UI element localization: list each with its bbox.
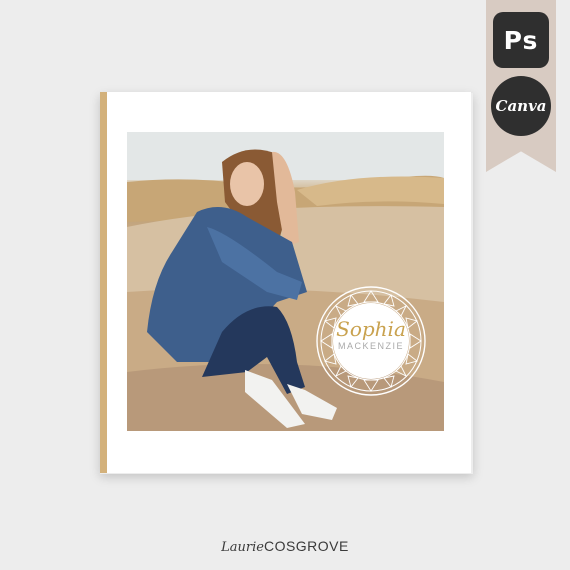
book-spine [100,92,107,473]
photoshop-icon: Ps [493,12,549,68]
brand-signature: LaurieCOSGROVE [0,538,570,555]
brand-last-name: COSGROVE [263,538,349,554]
seal-first-name: Sophia [336,317,406,341]
seal-last-name: MACKENZIE [337,341,404,351]
brand-first-name: Laurie [221,540,264,555]
canva-icon: Canva [491,76,551,136]
